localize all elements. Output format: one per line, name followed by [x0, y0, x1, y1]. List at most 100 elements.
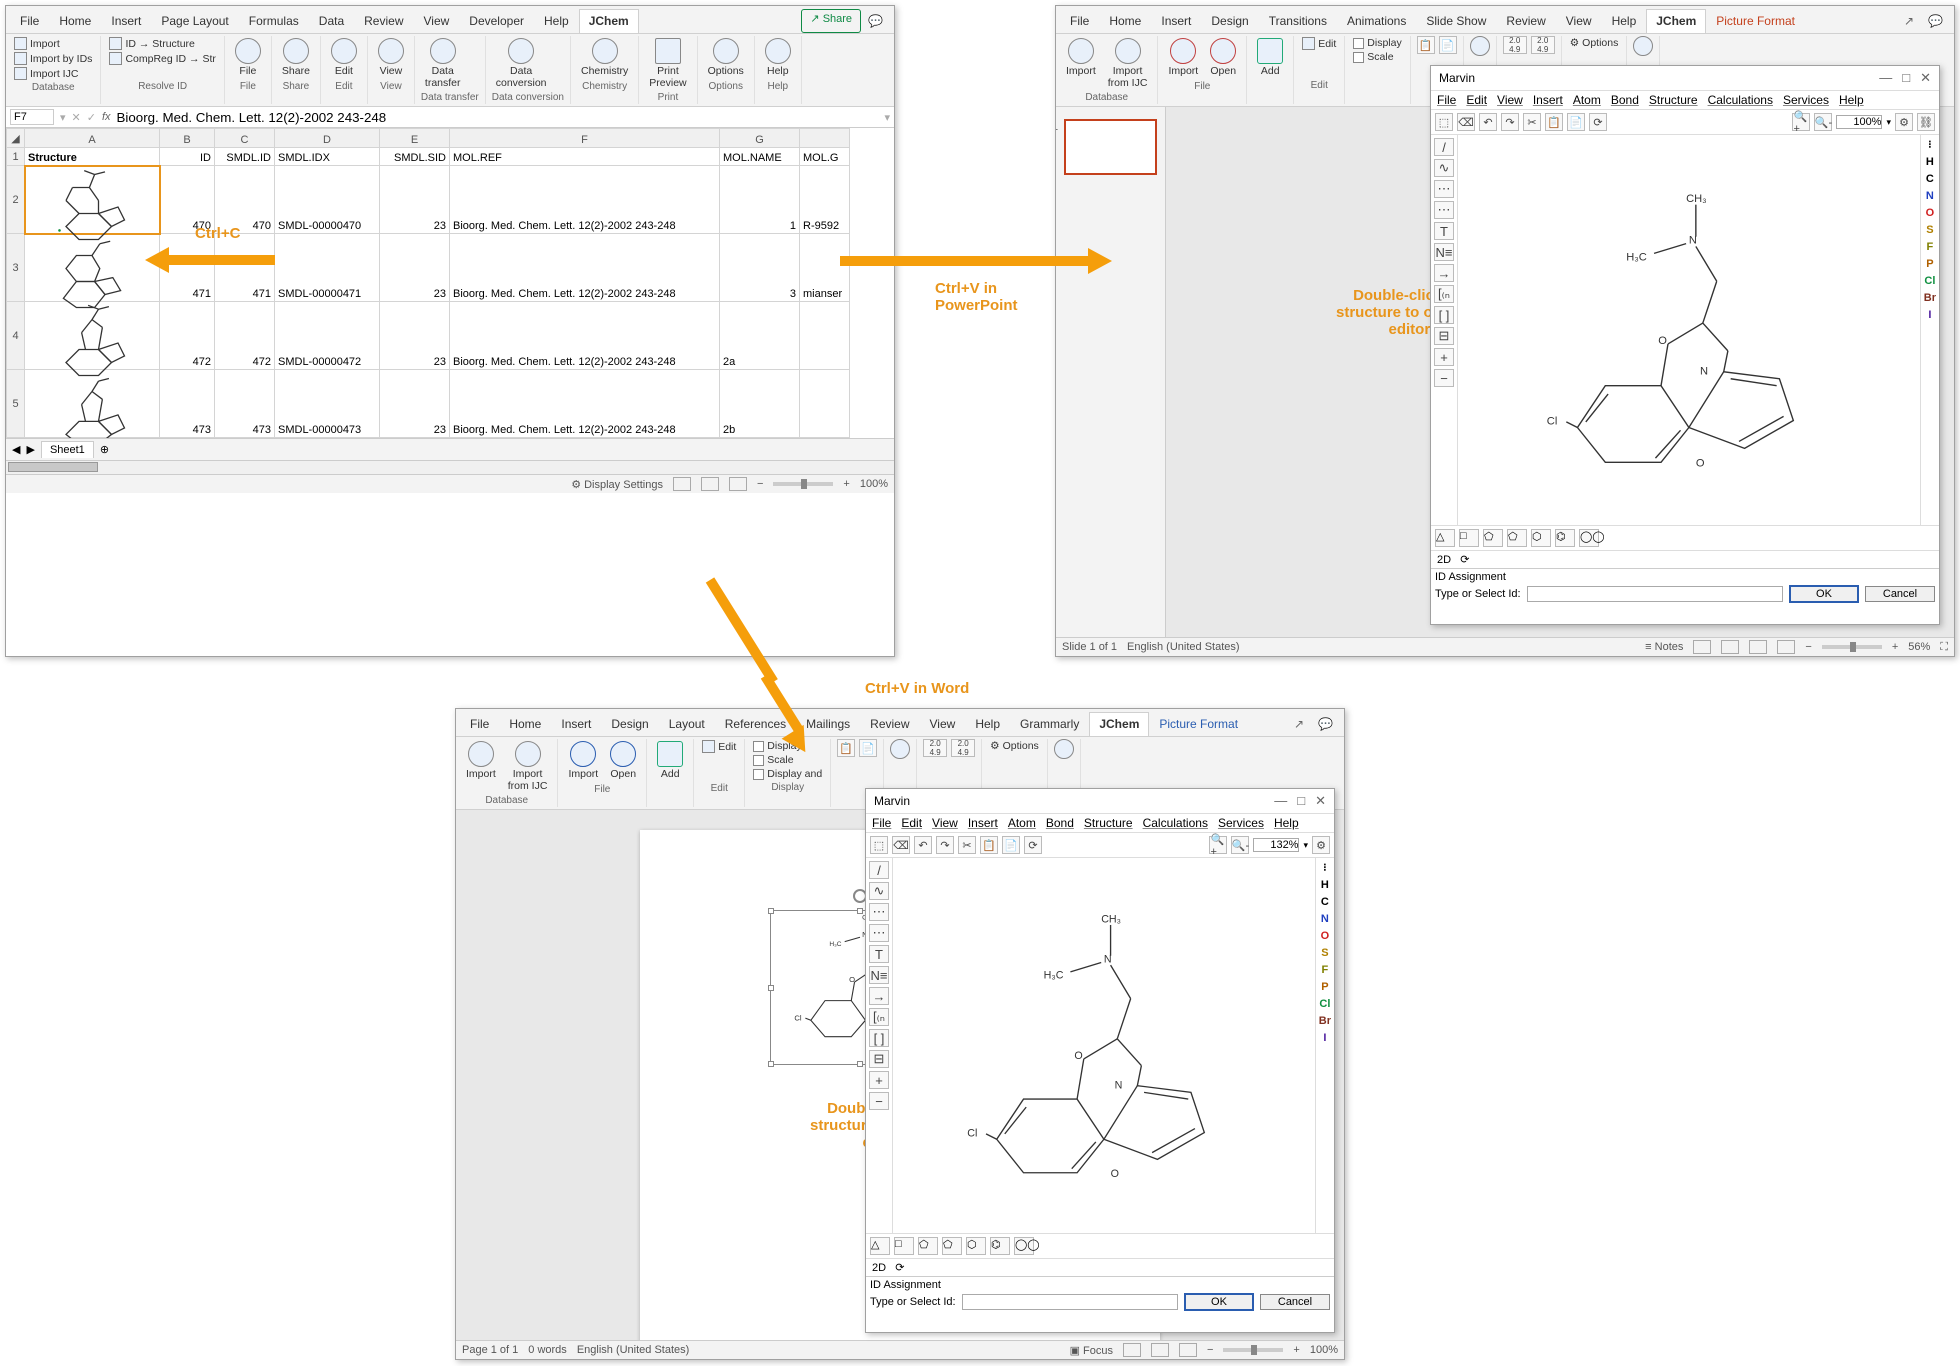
marvin-tool[interactable]: +	[869, 1071, 889, 1089]
minimize-icon[interactable]: —	[1879, 70, 1892, 86]
marvin-tool[interactable]: T	[869, 945, 889, 963]
atom-H[interactable]: H	[1926, 156, 1934, 168]
undo-icon[interactable]: ↶	[1479, 113, 1497, 131]
tab-animations[interactable]: Animations	[1337, 9, 1416, 33]
view-read[interactable]	[1123, 1343, 1141, 1357]
col-d[interactable]: D	[275, 129, 380, 148]
options-btn[interactable]: ⚙Options	[988, 739, 1041, 753]
marvin-tool[interactable]: T	[1434, 222, 1454, 240]
rbtn-file[interactable]: File	[231, 36, 265, 80]
atom-P[interactable]: P	[1321, 981, 1328, 993]
tab-design[interactable]: Design	[1201, 9, 1258, 33]
redo-icon[interactable]: ↷	[936, 836, 954, 854]
zoomout-icon[interactable]: 🔍-	[1231, 836, 1249, 854]
undo-icon[interactable]: ↶	[914, 836, 932, 854]
atom-S[interactable]: S	[1926, 224, 1933, 236]
cut-icon[interactable]: ✂	[1523, 113, 1541, 131]
marvin-tool[interactable]: [₍ₙ	[1434, 285, 1454, 303]
tab-jchem[interactable]: JChem	[579, 9, 639, 33]
atom-F[interactable]: F	[1322, 964, 1329, 976]
tab-grammarly[interactable]: Grammarly	[1010, 712, 1089, 736]
options-btn[interactable]: ⚙Options	[1568, 36, 1621, 50]
atom-F[interactable]: F	[1927, 241, 1934, 253]
sheet-nav-next[interactable]: ▶	[26, 443, 34, 456]
atom-Br[interactable]: Br	[1924, 292, 1936, 304]
header-structure[interactable]: Structure	[25, 148, 160, 166]
redo-icon[interactable]: ↷	[1501, 113, 1519, 131]
sheet-add[interactable]: ⊕	[100, 443, 109, 456]
header-molname[interactable]: MOL.NAME	[720, 148, 800, 166]
tab-page-layout[interactable]: Page Layout	[151, 9, 238, 33]
zoom-in[interactable]: +	[1892, 641, 1898, 653]
col-g[interactable]: G	[720, 129, 800, 148]
marvin-canvas[interactable]: O N O N CH₃ H₃C Cl	[1458, 135, 1920, 525]
col-h[interactable]	[800, 129, 850, 148]
menu-file[interactable]: File	[1437, 93, 1456, 107]
formula-input[interactable]	[117, 110, 879, 125]
marvin-tool[interactable]: [ ]	[1434, 306, 1454, 324]
clean-icon[interactable]: ⟳	[1589, 113, 1607, 131]
fx-icon[interactable]: fx	[102, 111, 111, 123]
rbtn-file-import[interactable]: Import	[564, 739, 602, 783]
structure-cell-3[interactable]	[25, 234, 160, 302]
marvin-tool[interactable]: /	[869, 861, 889, 879]
maximize-icon[interactable]: □	[1297, 793, 1305, 809]
import-ijc[interactable]: Import IJC	[12, 66, 94, 81]
marvin-tool[interactable]: ⋯	[1434, 180, 1454, 198]
marvin-tool[interactable]: ⋯	[869, 924, 889, 942]
marvin-tool[interactable]: ⊟	[1434, 327, 1454, 345]
rbtn-add[interactable]: Add	[653, 739, 687, 783]
ring-hexagon-icon[interactable]: ⬡	[966, 1237, 986, 1255]
tab-help[interactable]: Help	[534, 9, 579, 33]
menu-calc[interactable]: Calculations	[1708, 93, 1773, 107]
rbtn-file-import[interactable]: Import	[1164, 36, 1202, 80]
edit-btn-s[interactable]: Edit	[1300, 36, 1338, 51]
structure-cell-5[interactable]	[25, 370, 160, 438]
tab-insert[interactable]: Insert	[551, 712, 601, 736]
atom-Cl[interactable]: Cl	[1924, 275, 1935, 287]
atom-Cl[interactable]: Cl	[1319, 998, 1330, 1010]
marvin-tool[interactable]: −	[1434, 369, 1454, 387]
tab-insert[interactable]: Insert	[101, 9, 151, 33]
comments-icon[interactable]: 💬	[1921, 9, 1950, 33]
atom-⁝[interactable]: ⁝	[1323, 861, 1327, 874]
ring-pentagon-icon[interactable]: ⬠	[918, 1237, 938, 1255]
rbtn-data-conversion[interactable]: Data conversion	[492, 36, 551, 91]
erase-icon[interactable]: ⌫	[1457, 113, 1475, 131]
marvin-tool[interactable]: −	[869, 1092, 889, 1110]
view-print[interactable]	[1151, 1343, 1169, 1357]
paste-icon[interactable]: 📄	[1567, 113, 1585, 131]
chk-scale[interactable]: Scale	[751, 753, 824, 767]
zoom-level[interactable]: 100%	[860, 478, 888, 490]
structure-cell-4[interactable]	[25, 302, 160, 370]
marvin-tool[interactable]: ∿	[869, 882, 889, 900]
col-f[interactable]: F	[450, 129, 720, 148]
edit-btn-s[interactable]: Edit	[700, 739, 738, 754]
select-all[interactable]: ◢	[7, 129, 25, 148]
tab-jchem[interactable]: JChem	[1089, 712, 1149, 736]
tab-view[interactable]: View	[920, 712, 966, 736]
menu-structure[interactable]: Structure	[1649, 93, 1698, 107]
rbtn-file-open[interactable]: Open	[1206, 36, 1240, 80]
rbtn-import-ijc[interactable]: Import from IJC	[504, 739, 552, 794]
marvin-tool[interactable]: ⊟	[869, 1050, 889, 1068]
import-menu[interactable]: Import	[12, 36, 94, 51]
erase-icon[interactable]: ⌫	[892, 836, 910, 854]
name-box[interactable]: F7	[10, 109, 54, 125]
row-5[interactable]: 5	[7, 370, 25, 438]
tab-review[interactable]: Review	[860, 712, 919, 736]
zoom-in[interactable]: +	[843, 478, 849, 490]
zoomin-icon[interactable]: 🔍+	[1209, 836, 1227, 854]
header-sid[interactable]: SMDL.SID	[380, 148, 450, 166]
ring-pentagon-icon[interactable]: ⬠	[1483, 529, 1503, 547]
menu-help[interactable]: Help	[1839, 93, 1864, 107]
size2-icon[interactable]: 2.04.9	[951, 739, 975, 757]
view-page[interactable]	[701, 477, 719, 491]
rbtn-import[interactable]: Import	[462, 739, 500, 783]
chk-display[interactable]: Display	[1351, 36, 1403, 50]
atom-N[interactable]: N	[1926, 190, 1934, 202]
marvin-tool[interactable]: /	[1434, 138, 1454, 156]
header-idx[interactable]: SMDL.IDX	[275, 148, 380, 166]
id-to-structure[interactable]: ID → Structure	[107, 36, 217, 51]
view-sorter[interactable]	[1721, 640, 1739, 654]
